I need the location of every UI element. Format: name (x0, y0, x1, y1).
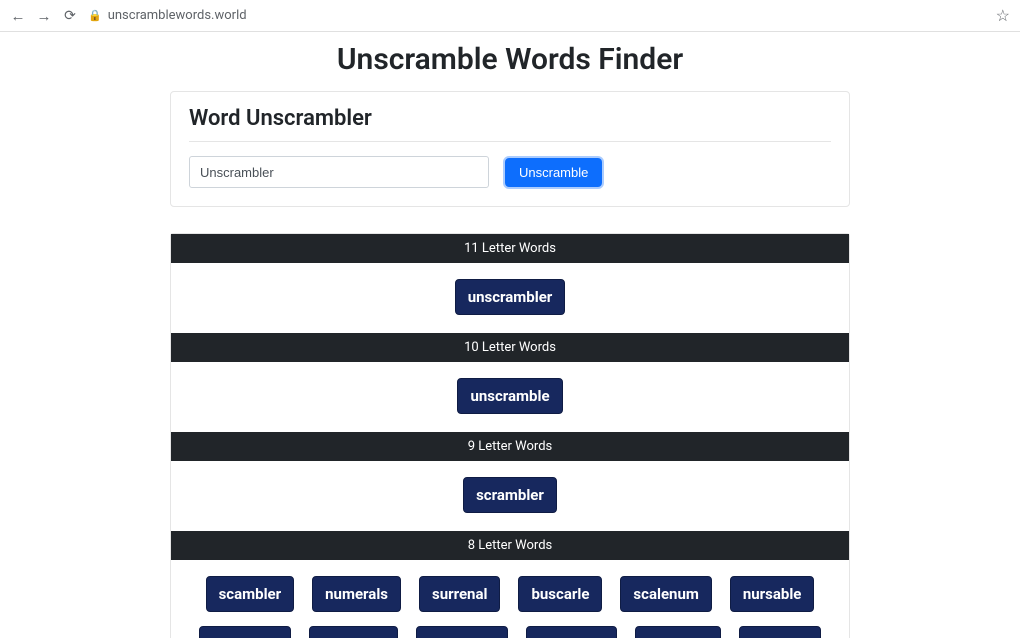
unscrambler-card: Word Unscrambler Unscramble (170, 91, 850, 207)
form-row: Unscramble (189, 156, 831, 188)
unscramble-button[interactable]: Unscramble (505, 158, 602, 187)
section-header: 10 Letter Words (171, 333, 849, 362)
divider (189, 141, 831, 142)
word-chip[interactable]: mensural (309, 626, 398, 638)
lock-icon: 🔒 (88, 9, 102, 22)
page-title: Unscramble Words Finder (170, 42, 850, 77)
results-panel: 11 Letter Words unscrambler 10 Letter Word… (170, 233, 850, 638)
address-bar[interactable]: 🔒 unscramblewords.world (88, 8, 247, 23)
reload-icon[interactable]: ⟳ (62, 8, 78, 24)
word-chip[interactable]: scrambler (463, 477, 557, 513)
word-chip[interactable]: numerals (312, 576, 401, 612)
browser-toolbar: ← → ⟳ 🔒 unscramblewords.world ☆ (0, 0, 1020, 32)
bookmark-star-icon[interactable]: ☆ (996, 6, 1010, 25)
word-chip[interactable]: surnamer (526, 626, 617, 638)
url-text: unscramblewords.world (108, 8, 247, 23)
word-input[interactable] (189, 156, 489, 188)
word-chip[interactable]: scalenum (620, 576, 711, 612)
word-chip[interactable]: buscarle (518, 576, 602, 612)
forward-icon[interactable]: → (36, 7, 52, 25)
back-icon[interactable]: ← (10, 7, 26, 25)
word-chip[interactable]: marblers (635, 626, 721, 638)
words-row: unscrambler (171, 263, 849, 333)
word-chip[interactable]: albumens (416, 626, 508, 638)
word-chip[interactable]: unbarrel (739, 626, 821, 638)
card-heading: Word Unscrambler (189, 106, 831, 131)
word-chip[interactable]: unscramble (457, 378, 562, 414)
word-chip[interactable]: unscrambler (455, 279, 566, 315)
word-chip[interactable]: surrenal (419, 576, 500, 612)
word-chip[interactable]: scambler (206, 576, 295, 612)
section-header: 11 Letter Words (171, 234, 849, 263)
section-header: 9 Letter Words (171, 432, 849, 461)
word-chip[interactable]: nursable (730, 576, 815, 612)
words-row: unscramble (171, 362, 849, 432)
word-chip[interactable]: bluesman (199, 626, 291, 638)
words-row: scrambler (171, 461, 849, 531)
page-viewport[interactable]: Unscramble Words Finder Word Unscrambler… (0, 32, 1020, 638)
section-header: 8 Letter Words (171, 531, 849, 560)
words-row: scambler numerals surrenal buscarle scalenum… (171, 560, 849, 638)
